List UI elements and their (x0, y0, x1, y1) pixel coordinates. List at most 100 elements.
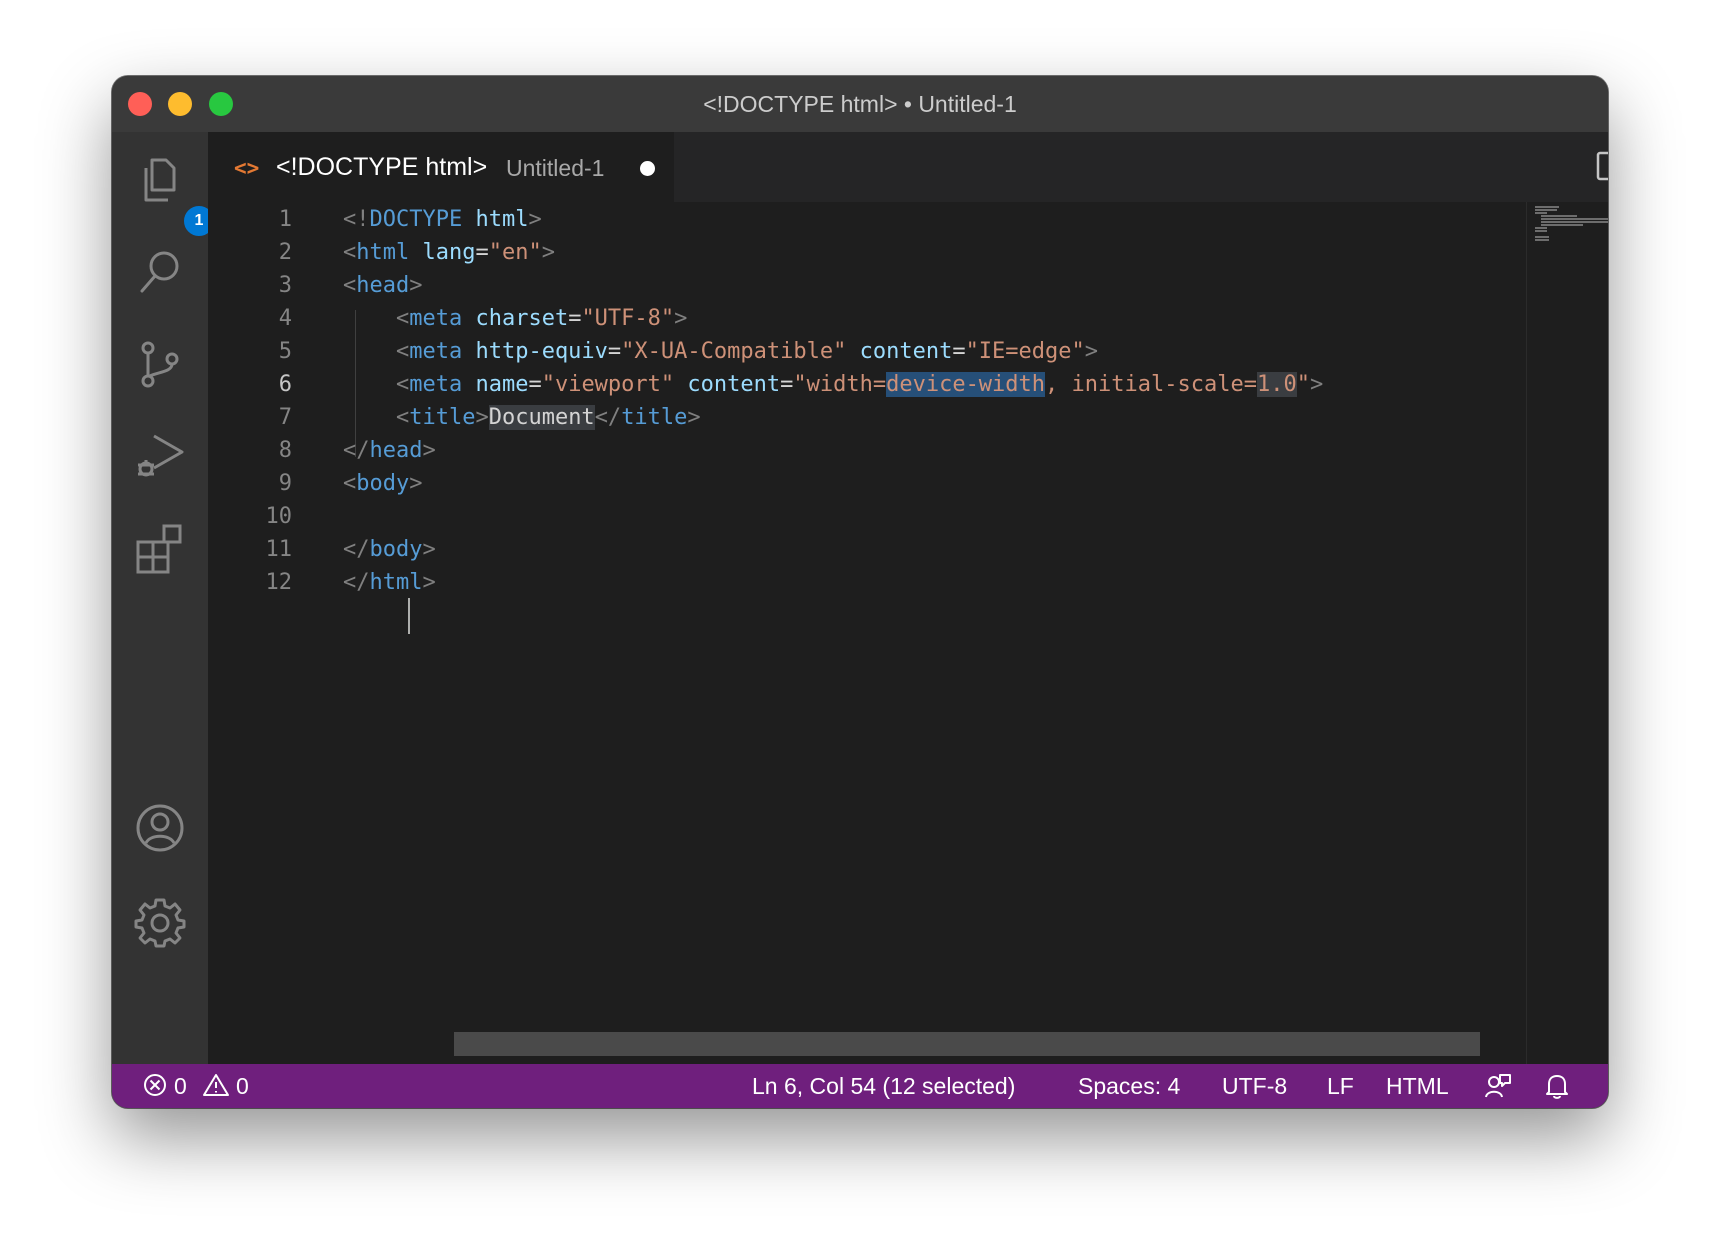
code-token: meta (409, 306, 463, 331)
extensions-icon[interactable] (134, 522, 186, 574)
code-token: < (395, 405, 410, 430)
code-editor[interactable]: 1 2 3 4 5 6 7 8 9 10 11 12 <!DOCTYPE html> <html lan… (208, 202, 1608, 1064)
line-number: 6 (278, 372, 292, 397)
code-token: 1.0 (1256, 372, 1297, 397)
code-token: lang (422, 240, 476, 265)
code-token: DOCTYPE (369, 207, 463, 232)
error-count[interactable]: 0 (174, 1073, 187, 1100)
run-debug-icon[interactable] (134, 430, 186, 482)
code-token: = (952, 339, 966, 364)
code-line[interactable]: <meta http-equiv="X-UA-Compatible" conte… (343, 334, 1098, 370)
notifications-bell-icon[interactable] (1544, 1072, 1570, 1106)
tab-untitled-1[interactable]: <> <!DOCTYPE html> Untitled-1 (208, 132, 674, 202)
code-line[interactable]: <html lang="en"> (343, 235, 555, 271)
code-token: body (356, 471, 410, 496)
account-icon[interactable] (134, 802, 186, 854)
window-title: <!DOCTYPE html> • Untitled-1 (703, 91, 1017, 117)
code-token: name (475, 372, 529, 397)
code-line[interactable]: </html> (343, 565, 436, 601)
eol-setting[interactable]: LF (1327, 1073, 1354, 1100)
code-line[interactable]: <body> (343, 466, 422, 502)
code-line[interactable]: <!DOCTYPE html> (343, 202, 542, 238)
code-token: " (1296, 372, 1310, 397)
code-line[interactable]: <meta name="viewport" content="width=dev… (343, 367, 1323, 403)
code-token: , initial-scale= (1045, 372, 1257, 397)
code-token: = (607, 339, 622, 364)
code-token: > (409, 273, 423, 298)
code-token: html (369, 570, 423, 595)
code-token: > (422, 570, 436, 595)
code-token: Document (488, 405, 595, 430)
unsaved-dot-icon[interactable] (640, 161, 655, 176)
code-line[interactable]: </body> (343, 532, 436, 568)
search-icon[interactable] (134, 246, 186, 298)
code-token: html (356, 240, 410, 265)
code-line[interactable]: <meta charset="UTF-8"> (343, 301, 687, 337)
code-token: > (422, 438, 436, 463)
code-token: charset (475, 306, 569, 331)
horizontal-scrollbar[interactable] (454, 1032, 1480, 1056)
code-token: meta (409, 372, 463, 397)
code-token: > (541, 240, 555, 265)
explorer-icon[interactable]: 1 (134, 154, 216, 238)
warning-count[interactable]: 0 (236, 1073, 249, 1100)
warning-icon[interactable] (202, 1072, 230, 1104)
split-editor-icon[interactable] (1594, 149, 1608, 183)
line-number: 1 (278, 207, 292, 232)
code-token: "UTF-8" (581, 306, 675, 331)
code-token: title (409, 405, 476, 430)
cursor-position[interactable]: Ln 6, Col 54 (12 selected) (752, 1073, 1015, 1100)
line-number: 4 (278, 306, 292, 331)
code-token: < (343, 240, 357, 265)
code-token: < (343, 273, 357, 298)
language-mode[interactable]: HTML (1386, 1073, 1449, 1100)
feedback-icon[interactable] (1484, 1072, 1512, 1106)
settings-gear-icon[interactable] (134, 896, 186, 948)
code-token: device-width (886, 372, 1046, 397)
encoding-setting[interactable]: UTF-8 (1222, 1073, 1287, 1100)
code-token: title (621, 405, 688, 430)
status-bar: 0 0 Ln 6, Col 54 (12 selected) Spaces: 4… (112, 1064, 1608, 1108)
code-token: > (475, 405, 489, 430)
code-token: > (422, 537, 436, 562)
code-line[interactable]: <title>Document</title> (343, 400, 701, 436)
title-bar: <!DOCTYPE html> • Untitled-1 (112, 76, 1608, 132)
tab-bar: <> <!DOCTYPE html> Untitled-1 (208, 132, 1608, 202)
source-control-icon[interactable] (134, 338, 186, 390)
line-number: 3 (278, 273, 292, 298)
code-token: > (1309, 372, 1324, 397)
code-line[interactable]: </head> (343, 433, 436, 469)
minimap-preview (1535, 206, 1608, 241)
line-number: 5 (278, 339, 292, 364)
minimap[interactable] (1526, 202, 1608, 1064)
code-token: body (369, 537, 423, 562)
html-file-icon: <> (234, 156, 260, 180)
tab-label: <!DOCTYPE html> (276, 153, 488, 181)
code-token: </ (594, 405, 622, 430)
line-number: 8 (278, 438, 292, 463)
code-token: > (528, 207, 542, 232)
code-token: > (674, 306, 688, 331)
line-number: 7 (278, 405, 292, 430)
code-token: "X-UA-Compatible" (621, 339, 847, 364)
code-token: < (395, 339, 410, 364)
code-token: head (356, 273, 410, 298)
line-number: 12 (265, 570, 293, 595)
code-token: head (369, 438, 423, 463)
code-line[interactable]: <head> (343, 268, 422, 304)
code-token: < (343, 471, 357, 496)
code-token: content (859, 339, 953, 364)
error-icon[interactable] (142, 1072, 168, 1104)
code-token: </ (343, 537, 370, 562)
indentation-setting[interactable]: Spaces: 4 (1078, 1073, 1180, 1100)
line-number: 10 (265, 504, 293, 529)
